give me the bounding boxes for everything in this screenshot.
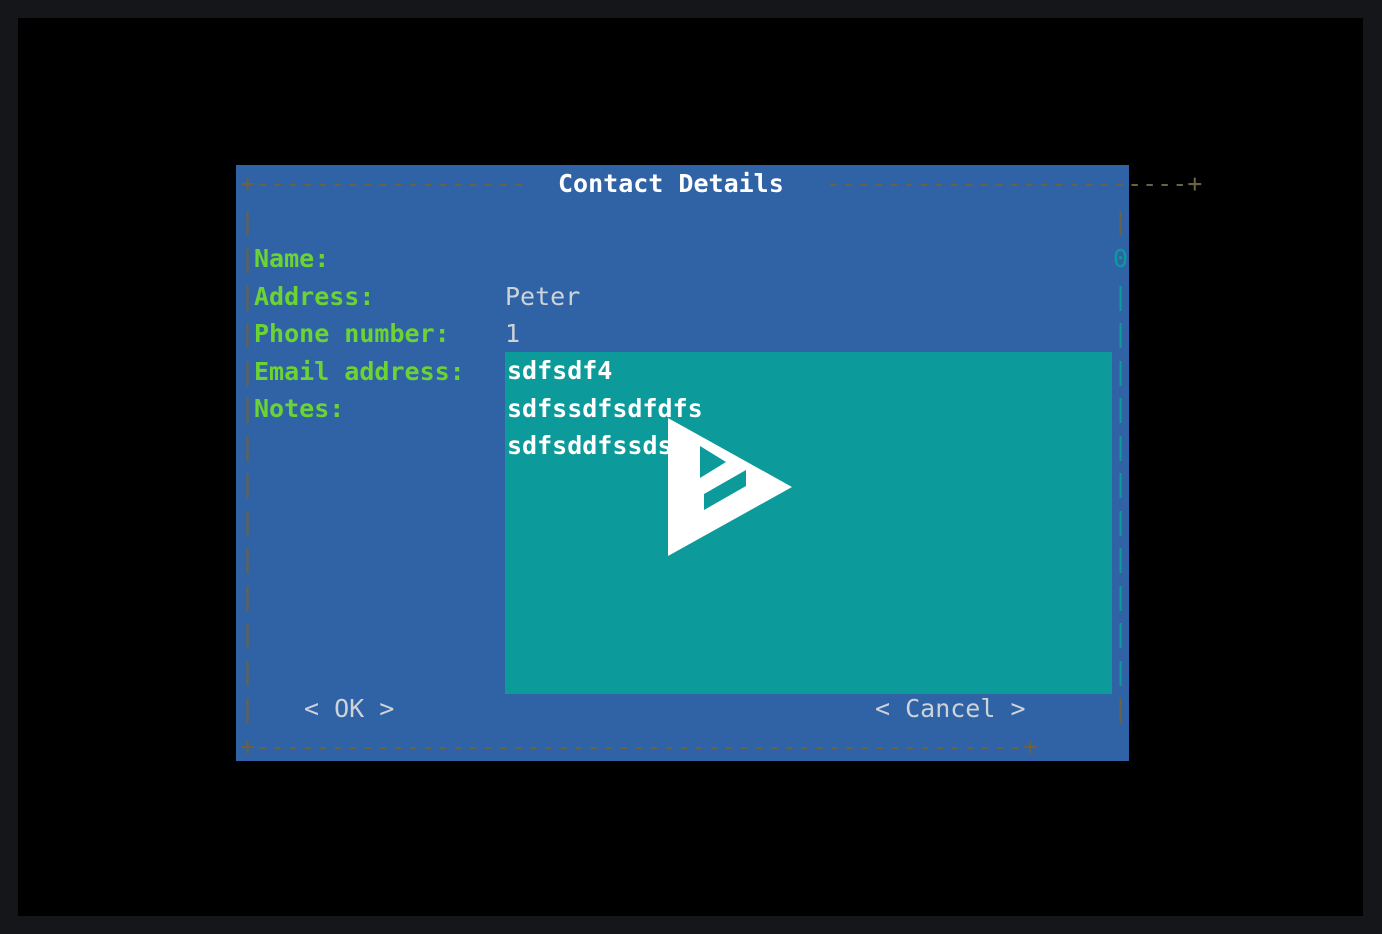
top-border-right-dashes: ------------------------+ — [811, 169, 1203, 198]
cancel-button[interactable]: < Cancel > — [875, 690, 1026, 728]
dialog-bottom-border: +---------------------------------------… — [236, 728, 1129, 766]
notes-textarea[interactable]: sdfsdf4 sdfssdfsdfdfs sdfsddfssds — [505, 352, 1112, 694]
dialog-title: Contact Details — [558, 169, 784, 198]
field-row-name: Name: Peter — [236, 203, 1129, 311]
field-row-address: Address: 1 — [236, 240, 1129, 349]
field-row-email: Email address: 3 — [236, 315, 1129, 424]
label-notes: Notes: — [254, 394, 345, 423]
right-border-notes-column: | | | | | | | | | — [1113, 356, 1129, 686]
ok-button[interactable]: < OK > — [304, 690, 394, 728]
terminal-screen: +------------------ Contact Details ----… — [18, 18, 1363, 916]
dialog-top-border: +------------------ Contact Details ----… — [236, 165, 1202, 203]
notes-line: sdfsdf4 — [507, 356, 613, 385]
bottom-border-dashes: +---------------------------------------… — [240, 731, 1038, 761]
asciinema-player: +------------------ Contact Details ----… — [0, 0, 1382, 934]
notes-line: sdfssdfsdfdfs — [507, 393, 703, 423]
play-triangle-terminal-icon[interactable] — [664, 416, 796, 558]
top-border-left-dashes: +------------------ — [240, 169, 542, 198]
field-row-phone: Phone number: 2 — [236, 278, 1129, 386]
right-border-glyph-buttons-row: | — [1113, 694, 1129, 723]
notes-line: sdfsddfssds — [507, 431, 673, 460]
